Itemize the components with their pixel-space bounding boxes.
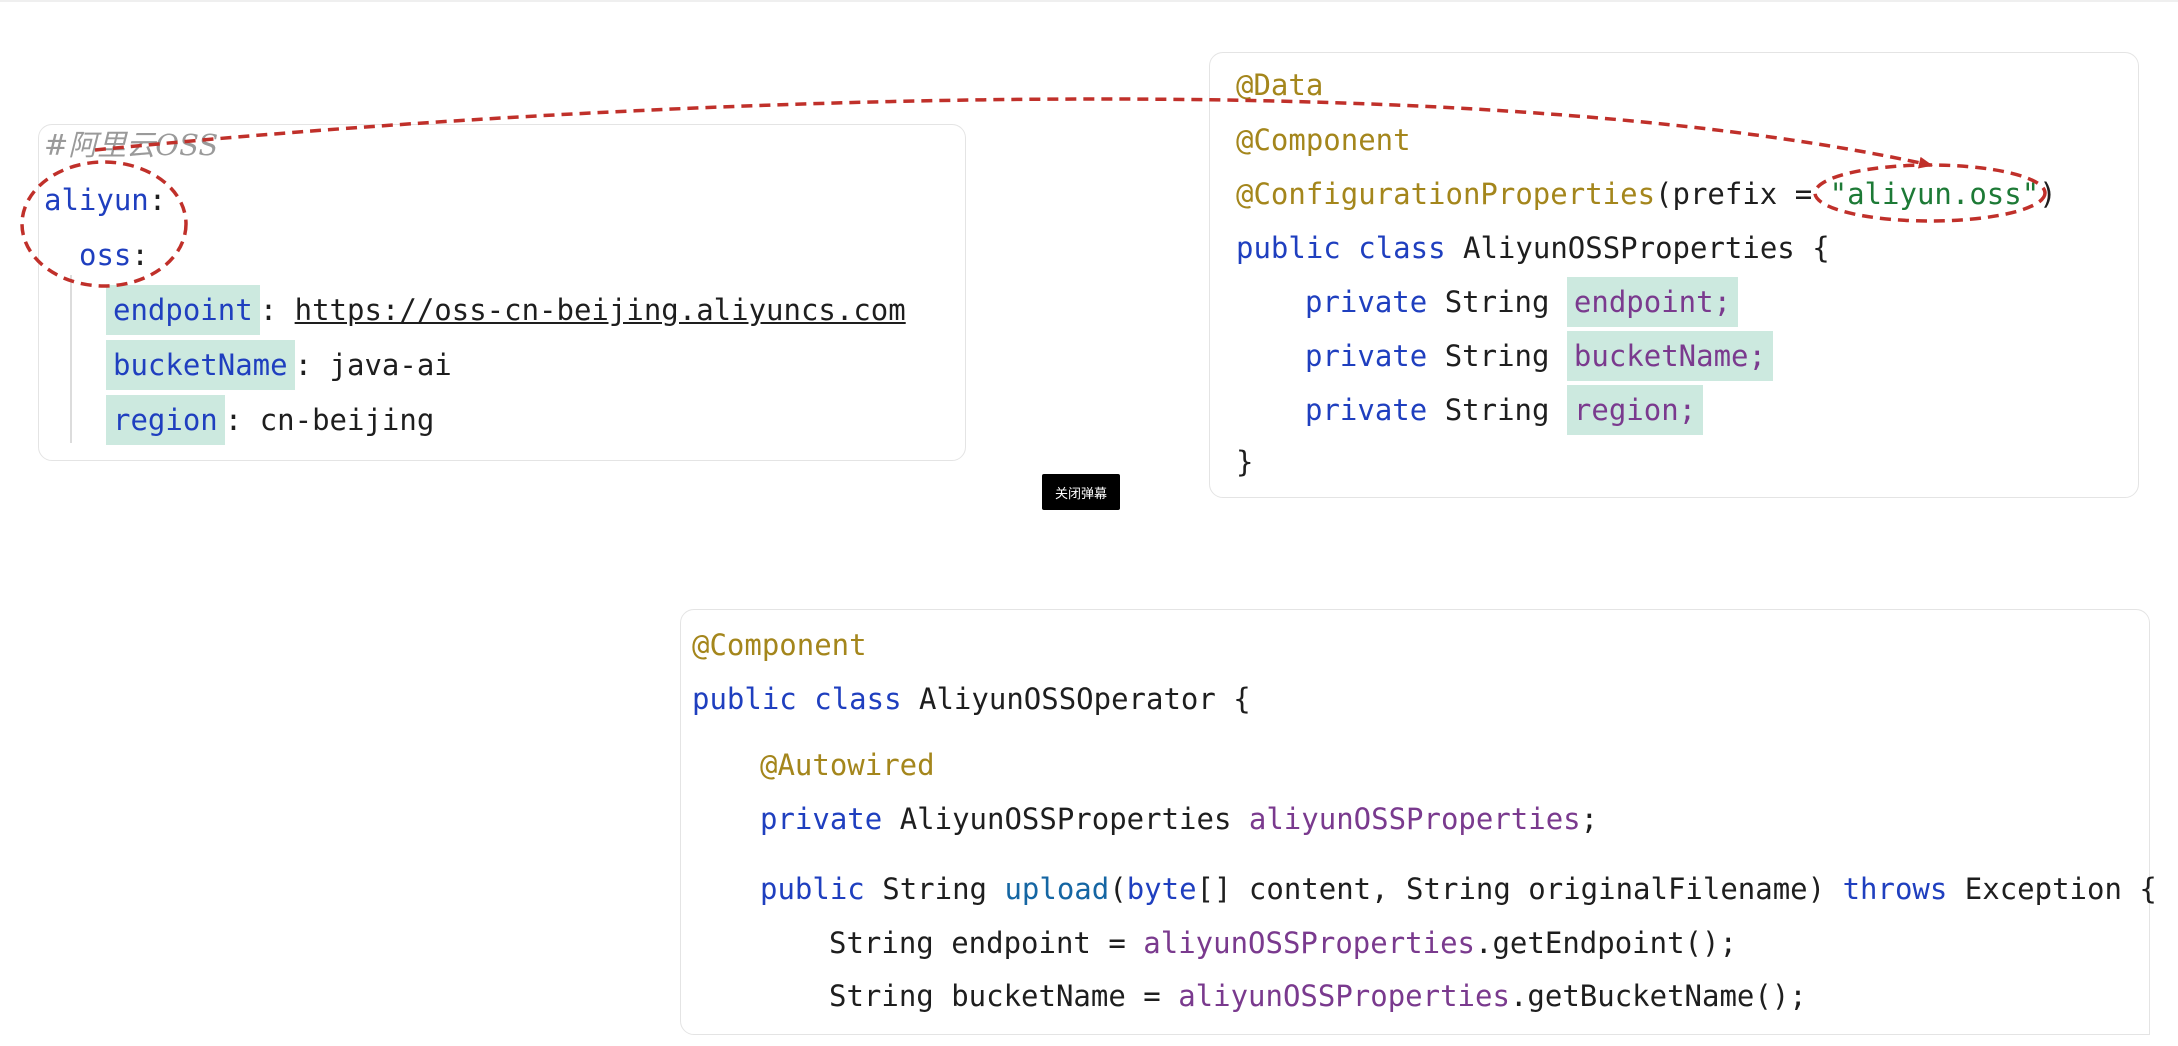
indent-guide [70, 275, 72, 443]
annotation-autowired: @Autowired [760, 748, 935, 782]
configuration-properties-line: @ConfigurationProperties(prefix = "aliyu… [1236, 177, 2057, 211]
yaml-entry-bucketname: bucketName: java-ai [106, 340, 452, 390]
operator-annotation-component: @Component [692, 628, 867, 662]
endpoint-assignment-line: String endpoint = aliyunOSSProperties.ge… [829, 926, 1737, 960]
region-value: cn-beijing [259, 403, 435, 437]
yaml-key-endpoint: endpoint [106, 285, 260, 335]
properties-class-declaration: public class AliyunOSSProperties { [1236, 231, 1830, 265]
bucketname-value: java-ai [329, 348, 452, 382]
operator-class-declaration: public class AliyunOSSOperator { [692, 682, 1251, 716]
yaml-key-oss: oss [79, 238, 132, 272]
yaml-root-line: aliyun: [44, 183, 167, 217]
bucketname-assignment-line: String bucketName = aliyunOSSProperties.… [829, 979, 1807, 1013]
field-region: region; [1566, 385, 1704, 435]
field-endpoint: endpoint; [1566, 277, 1739, 327]
top-divider [0, 0, 2178, 2]
yaml-key-region: region [106, 395, 225, 445]
field-region-line: private String region; [1305, 385, 1704, 435]
yaml-entry-region: region: cn-beijing [106, 395, 435, 445]
yaml-entry-endpoint: endpoint: https://oss-cn-beijing.aliyunc… [106, 285, 906, 335]
properties-closing-brace: } [1236, 445, 1254, 479]
yaml-sub-line: oss: [79, 238, 149, 272]
operator-field-line: private AliyunOSSProperties aliyunOSSPro… [760, 802, 1599, 836]
endpoint-url: https://oss-cn-beijing.aliyuncs.com [294, 293, 906, 327]
annotation-data: @Data [1236, 68, 1324, 102]
annotation-component: @Component [1236, 123, 1411, 157]
upload-method-signature: public String upload(byte[] content, Str… [760, 872, 2157, 906]
annotation-configuration-properties: @ConfigurationProperties [1236, 177, 1656, 211]
yaml-comment: #阿里云OSS [44, 128, 219, 162]
properties-class-name: AliyunOSSProperties { [1463, 231, 1830, 265]
prefix-value: "aliyun.oss" [1829, 177, 2040, 211]
operator-field-name: aliyunOSSProperties [1248, 802, 1581, 836]
field-bucketname: bucketName; [1566, 331, 1773, 381]
field-bucketname-line: private String bucketName; [1305, 331, 1773, 381]
field-endpoint-line: private String endpoint; [1305, 277, 1739, 327]
yaml-key-aliyun: aliyun [44, 183, 149, 217]
yaml-key-bucketname: bucketName [106, 340, 295, 390]
upload-method-name: upload [1004, 872, 1110, 906]
close-danmaku-button[interactable]: 关闭弹幕 [1042, 474, 1120, 510]
operator-class-name: AliyunOSSOperator { [919, 682, 1251, 716]
